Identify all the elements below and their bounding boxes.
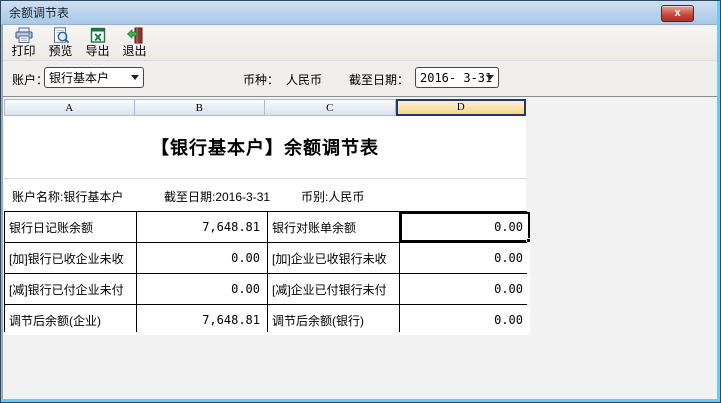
- selected-cell[interactable]: 0.00: [400, 212, 531, 242]
- table-cell-value[interactable]: 0.00: [400, 305, 531, 335]
- currency-value: 人民币: [286, 71, 322, 88]
- preview-button[interactable]: 预览: [44, 27, 77, 58]
- date-select[interactable]: 2016- 3-31: [415, 67, 499, 88]
- app-window: 余额调节表 x 打印: [0, 0, 721, 403]
- window-title: 余额调节表: [9, 4, 69, 21]
- print-button[interactable]: 打印: [7, 27, 40, 58]
- preview-button-label: 预览: [48, 44, 72, 58]
- column-header-c[interactable]: C: [265, 99, 396, 116]
- column-header-a[interactable]: A: [4, 99, 135, 116]
- export-button[interactable]: 导出: [81, 27, 114, 58]
- table-cell-label[interactable]: 银行日记账余额: [5, 212, 136, 242]
- column-header-row: A B C D: [4, 99, 526, 116]
- currency-label: 币种：: [243, 71, 279, 88]
- toolbar: 打印 预览: [2, 25, 719, 61]
- table-cell-label[interactable]: [加]企业已收银行未收: [268, 243, 399, 273]
- close-icon: x: [674, 7, 680, 19]
- table-cell-value[interactable]: 7,648.81: [137, 305, 268, 335]
- column-header-b[interactable]: B: [135, 99, 266, 116]
- table-cell-label[interactable]: 调节后余额(银行): [268, 305, 399, 335]
- table-cell-label[interactable]: [减]银行已付企业未付: [5, 274, 136, 304]
- sheet-title: 【银行基本户】余额调节表: [4, 116, 526, 178]
- date-label: 截至日期：: [349, 71, 409, 88]
- date-select-value: 2016- 3-31: [420, 71, 492, 85]
- table-cell-value[interactable]: 7,648.81: [137, 212, 268, 242]
- printer-icon: [15, 27, 33, 44]
- exit-icon: [126, 27, 144, 44]
- selected-cell-value: 0.00: [494, 220, 523, 234]
- table-cell-value[interactable]: 0.00: [400, 274, 531, 304]
- print-button-label: 打印: [11, 44, 35, 58]
- table-cell-label[interactable]: [减]企业已付银行未付: [268, 274, 399, 304]
- table-cell-label[interactable]: 调节后余额(企业): [5, 305, 136, 335]
- sheet-area: 【银行基本户】余额调节表 账户名称:银行基本户 截至日期:2016-3-31 币…: [4, 116, 526, 332]
- window-border-left: [1, 25, 3, 403]
- window-border-right: [717, 1, 720, 402]
- fill-handle[interactable]: [526, 238, 530, 242]
- table-cell-value[interactable]: 0.00: [137, 274, 268, 304]
- table-cell-label[interactable]: 银行对账单余额: [268, 212, 399, 242]
- account-select[interactable]: 银行基本户: [44, 67, 144, 88]
- table-cell-value[interactable]: 0.00: [137, 243, 268, 273]
- info-account-name: 账户名称:银行基本户: [12, 188, 123, 205]
- exit-button[interactable]: 退出: [118, 27, 151, 58]
- export-button-label: 导出: [85, 44, 109, 58]
- exit-button-label: 退出: [122, 44, 146, 58]
- info-cutoff-date: 截至日期:2016-3-31: [164, 188, 270, 205]
- column-header-d[interactable]: D: [396, 99, 527, 116]
- account-select-value: 银行基本户: [49, 69, 109, 86]
- info-currency: 币别:人民币: [301, 188, 364, 205]
- reconciliation-table: 银行日记账余额 7,648.81 银行对账单余额 0.00 [加]银行已收企业未…: [4, 211, 527, 332]
- chevron-down-icon: [486, 75, 494, 80]
- export-excel-icon: [89, 27, 107, 44]
- chevron-down-icon: [131, 75, 139, 80]
- preview-icon: [52, 27, 70, 44]
- window-border-bottom: [1, 399, 720, 402]
- sheet-info-row: 账户名称:银行基本户 截至日期:2016-3-31 币别:人民币: [4, 178, 526, 211]
- table-cell-label[interactable]: [加]银行已收企业未收: [5, 243, 136, 273]
- title-bar: 余额调节表: [1, 1, 720, 25]
- table-cell-value[interactable]: 0.00: [400, 243, 531, 273]
- filter-bar: 账户： 银行基本户 币种： 人民币 截至日期： 2016- 3-31: [2, 61, 719, 96]
- account-label: 账户：: [12, 71, 48, 88]
- spreadsheet-panel: A B C D 【银行基本户】余额调节表 账户名称:银行基本户 截至日期:201…: [2, 96, 719, 402]
- close-button[interactable]: x: [661, 5, 694, 22]
